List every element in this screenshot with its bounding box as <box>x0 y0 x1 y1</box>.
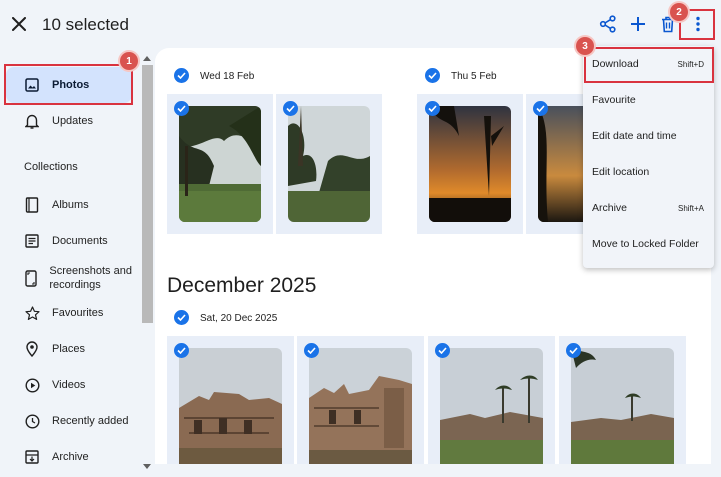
photo-check-icon[interactable] <box>566 343 581 358</box>
photo-check-icon[interactable] <box>304 343 319 358</box>
sidebar: Photos Updates Collections Albums Docume… <box>0 50 140 477</box>
sidebar-item-recently-added[interactable]: Recently added <box>6 403 132 439</box>
clock-icon <box>22 413 42 429</box>
sidebar-item-label: Videos <box>52 379 86 391</box>
sidebar-item-label: Albums <box>52 199 89 211</box>
phone-icon <box>22 269 39 287</box>
photo-check-icon[interactable] <box>425 101 440 116</box>
sidebar-item-archive[interactable]: Archive <box>6 439 132 475</box>
menu-item-archive[interactable]: Archive Shift+A <box>583 190 714 226</box>
photo-thumbnail[interactable] <box>440 348 543 464</box>
group-select-check-icon[interactable] <box>425 68 440 83</box>
close-icon[interactable] <box>8 13 30 35</box>
photo-check-icon[interactable] <box>174 343 189 358</box>
annotation-highlight-download <box>584 47 714 83</box>
photo-check-icon[interactable] <box>283 101 298 116</box>
sidebar-item-favourites[interactable]: Favourites <box>6 295 132 331</box>
annotation-badge: 1 <box>120 52 138 70</box>
photo-check-icon[interactable] <box>533 101 548 116</box>
photo-thumbnail[interactable] <box>429 106 511 222</box>
annotation-badge: 3 <box>576 37 594 55</box>
menu-item-favourite[interactable]: Favourite <box>583 82 714 118</box>
document-icon <box>22 234 42 248</box>
top-bar: 10 selected <box>0 0 721 50</box>
star-icon <box>22 305 42 321</box>
sidebar-item-screenshots[interactable]: Screenshots and recordings <box>6 259 132 297</box>
photo-thumbnail[interactable] <box>179 348 282 464</box>
photo-check-icon[interactable] <box>435 343 450 358</box>
sidebar-item-documents[interactable]: Documents <box>6 223 132 259</box>
group-select-check-icon[interactable] <box>174 68 189 83</box>
sidebar-item-label: Documents <box>52 235 108 247</box>
add-icon[interactable] <box>627 13 649 35</box>
photo-thumbnail[interactable] <box>571 348 674 464</box>
sidebar-item-updates[interactable]: Updates <box>6 103 132 139</box>
scrollbar-thumb[interactable] <box>142 65 153 323</box>
collections-heading: Collections <box>24 161 78 173</box>
menu-item-label: Edit location <box>592 166 650 178</box>
month-heading: December 2025 <box>167 274 317 297</box>
sidebar-item-label: Recently added <box>52 415 129 427</box>
menu-item-edit-location[interactable]: Edit location <box>583 154 714 190</box>
selection-count-title: 10 selected <box>42 15 129 34</box>
sidebar-item-albums[interactable]: Albums <box>6 187 132 223</box>
menu-item-label: Move to Locked Folder <box>592 238 699 250</box>
share-icon[interactable] <box>597 13 619 35</box>
menu-item-edit-date-time[interactable]: Edit date and time <box>583 118 714 154</box>
annotation-highlight-photos <box>4 64 133 105</box>
archive-icon <box>22 450 42 464</box>
pin-icon <box>22 341 42 357</box>
sidebar-item-label: Favourites <box>52 307 104 319</box>
sidebar-item-label: Updates <box>52 115 93 127</box>
date-label: Thu 5 Feb <box>451 71 497 82</box>
photo-check-icon[interactable] <box>174 101 189 116</box>
menu-item-label: Edit date and time <box>592 130 677 142</box>
sidebar-item-label: Places <box>52 343 86 355</box>
album-icon <box>22 197 42 213</box>
scroll-down-arrow-icon[interactable] <box>143 464 151 470</box>
group-select-check-icon[interactable] <box>174 310 189 325</box>
sidebar-scrollbar[interactable] <box>141 55 153 470</box>
annotation-badge: 2 <box>670 3 688 21</box>
menu-item-label: Archive <box>592 202 628 214</box>
menu-item-shortcut: Shift+A <box>677 203 704 213</box>
date-label: Sat, 20 Dec 2025 <box>200 313 278 324</box>
sidebar-item-videos[interactable]: Videos <box>6 367 132 403</box>
menu-item-move-locked-folder[interactable]: Move to Locked Folder <box>583 226 714 262</box>
scroll-up-arrow-icon[interactable] <box>143 55 151 61</box>
photo-thumbnail[interactable] <box>288 106 370 222</box>
photo-thumbnail[interactable] <box>179 106 261 222</box>
sidebar-item-places[interactable]: Places <box>6 331 132 367</box>
date-label: Wed 18 Feb <box>200 71 255 82</box>
photo-thumbnail[interactable] <box>309 348 412 464</box>
sidebar-item-label: Screenshots and recordings <box>49 265 132 291</box>
sidebar-item-label: Archive <box>52 451 89 463</box>
bell-icon <box>22 113 42 129</box>
play-icon <box>22 377 42 393</box>
menu-item-label: Favourite <box>592 94 636 106</box>
